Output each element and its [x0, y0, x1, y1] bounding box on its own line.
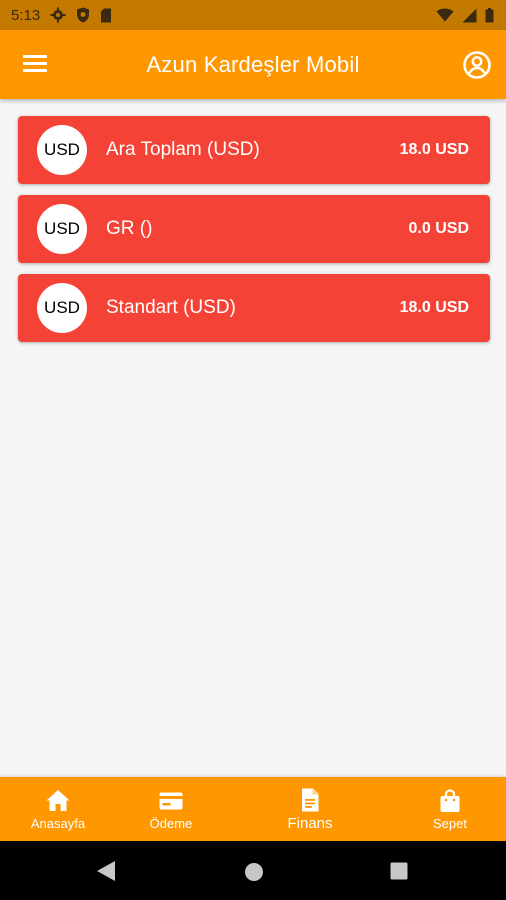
account-row[interactable]: USD Ara Toplam (USD) 18.0 USD — [18, 116, 490, 184]
account-circle-icon[interactable] — [462, 50, 492, 80]
recents-icon[interactable] — [390, 862, 408, 880]
account-label: Standart (USD) — [106, 297, 236, 318]
menu-icon-bar — [23, 55, 47, 58]
wifi-icon — [436, 8, 454, 22]
account-value: 0.0 USD — [408, 220, 469, 237]
account-value: 18.0 USD — [399, 141, 469, 158]
settings-icon — [50, 7, 66, 23]
cellular-signal-icon — [462, 8, 477, 22]
system-navigation-bar — [0, 841, 506, 900]
battery-icon — [485, 7, 494, 22]
account-value: 18.0 USD — [399, 299, 469, 316]
shield-icon — [77, 7, 90, 23]
nav-label: Finans — [287, 814, 333, 832]
credit-card-icon — [159, 792, 183, 809]
nav-item-anasayfa[interactable]: Anasayfa — [22, 777, 94, 841]
nav-item-sepet[interactable]: Sepet — [416, 777, 484, 841]
menu-button[interactable] — [23, 55, 47, 75]
status-bar: 5:13 — [0, 0, 506, 30]
nav-label: Sepet — [433, 815, 467, 831]
account-row[interactable]: USD GR () 0.0 USD — [18, 195, 490, 263]
nav-label: Ödeme — [149, 815, 193, 831]
menu-icon-bar — [23, 69, 47, 72]
account-row[interactable]: USD Standart (USD) 18.0 USD — [18, 274, 490, 342]
document-icon — [302, 788, 319, 811]
status-left: 5:13 — [11, 7, 112, 24]
home-icon — [46, 789, 70, 811]
sd-card-icon — [101, 8, 112, 22]
app-bar: Azun Kardeşler Mobil — [0, 30, 506, 99]
shopping-bag-icon — [440, 788, 460, 812]
account-label: Ara Toplam (USD) — [106, 139, 260, 160]
account-label: GR () — [106, 218, 153, 239]
status-time: 5:13 — [11, 6, 41, 24]
menu-icon-bar — [23, 62, 47, 65]
currency-avatar: USD — [37, 125, 87, 175]
currency-avatar: USD — [37, 204, 87, 254]
bottom-nav: Anasayfa Ödeme Finans Sepet — [0, 777, 506, 841]
app-title: Azun Kardeşler Mobil — [146, 51, 360, 77]
nav-item-odeme[interactable]: Ödeme — [136, 777, 206, 841]
home-button-icon[interactable] — [244, 862, 264, 882]
nav-label: Anasayfa — [30, 815, 86, 831]
status-right — [436, 7, 494, 23]
currency-avatar: USD — [37, 283, 87, 333]
back-icon[interactable] — [96, 860, 116, 882]
account-list: USD Ara Toplam (USD) 18.0 USD USD GR () … — [18, 116, 490, 353]
nav-item-finans[interactable]: Finans — [273, 777, 347, 841]
